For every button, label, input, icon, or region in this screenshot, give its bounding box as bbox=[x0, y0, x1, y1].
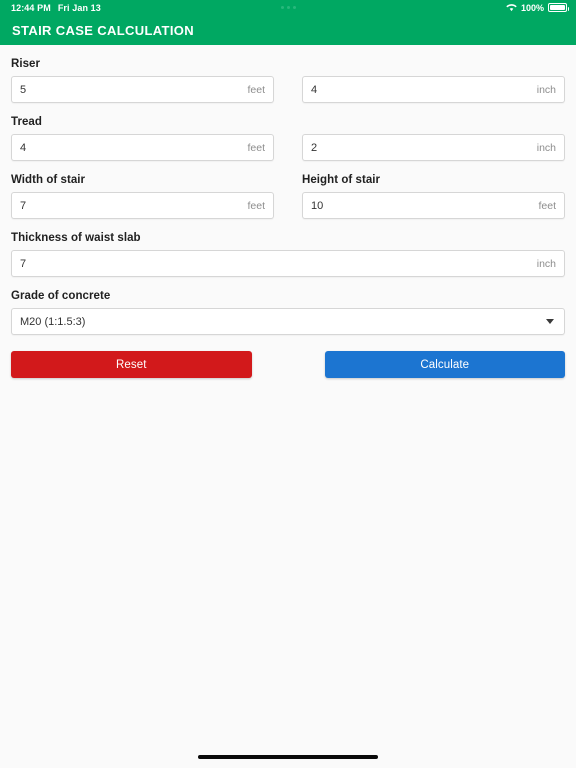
thickness-of-waist-slab-label: Thickness of waist slab bbox=[11, 232, 141, 244]
tread-label: Tread bbox=[11, 116, 42, 128]
width-of-stair-input[interactable]: 7 feet bbox=[11, 192, 274, 219]
wifi-icon bbox=[506, 3, 517, 12]
height-of-stair-group: Height of stair 10 feet bbox=[302, 161, 565, 219]
action-buttons: Reset Calculate bbox=[11, 351, 565, 378]
tread-feet-input[interactable]: 4 feet bbox=[11, 134, 274, 161]
riser-label: Riser bbox=[11, 58, 41, 70]
thickness-of-waist-slab-input[interactable]: 7 inch bbox=[11, 250, 565, 277]
riser-feet-input[interactable]: 5 feet bbox=[11, 76, 274, 103]
tread-inch-value: 2 bbox=[311, 141, 318, 154]
status-bar-left: 12:44 PM Fri Jan 13 bbox=[0, 3, 101, 13]
tread-inch-group: 2 inch bbox=[302, 103, 565, 161]
grade-of-concrete-group: Grade of concrete M20 (1:1.5:3) bbox=[11, 277, 565, 335]
field-row-tread: Tread 4 feet 2 inch bbox=[11, 103, 565, 161]
riser-inch-unit: inch bbox=[536, 83, 556, 96]
app-screen: 12:44 PM Fri Jan 13 100% STAIR CASE CALC… bbox=[0, 0, 576, 768]
thickness-of-waist-slab-unit: inch bbox=[536, 257, 556, 270]
reset-button[interactable]: Reset bbox=[11, 351, 252, 378]
status-bar: 12:44 PM Fri Jan 13 100% bbox=[0, 0, 576, 15]
tread-feet-value: 4 bbox=[20, 141, 27, 154]
status-bar-right: 100% bbox=[506, 3, 576, 13]
height-of-stair-label: Height of stair bbox=[302, 174, 381, 186]
height-of-stair-input[interactable]: 10 feet bbox=[302, 192, 565, 219]
tread-inch-input[interactable]: 2 inch bbox=[302, 134, 565, 161]
thickness-of-waist-slab-group: Thickness of waist slab 7 inch bbox=[11, 219, 565, 277]
width-of-stair-group: Width of stair 7 feet bbox=[11, 161, 274, 219]
thickness-of-waist-slab-value: 7 bbox=[20, 257, 27, 270]
height-of-stair-value: 10 bbox=[311, 199, 324, 212]
width-of-stair-label: Width of stair bbox=[11, 174, 86, 186]
riser-feet-value: 5 bbox=[20, 83, 27, 96]
grade-of-concrete-value: M20 (1:1.5:3) bbox=[20, 315, 86, 328]
chevron-down-icon bbox=[546, 319, 554, 324]
width-of-stair-value: 7 bbox=[20, 199, 27, 212]
status-date: Fri Jan 13 bbox=[57, 2, 101, 13]
riser-feet-unit: feet bbox=[247, 83, 265, 96]
riser-inch-value: 4 bbox=[311, 83, 318, 96]
form-content: Riser 5 feet 4 inch Tread 4 feet 2 inch … bbox=[0, 45, 576, 746]
height-of-stair-unit: feet bbox=[538, 199, 556, 212]
tread-feet-unit: feet bbox=[247, 141, 265, 154]
riser-inch-input[interactable]: 4 inch bbox=[302, 76, 565, 103]
app-bar: STAIR CASE CALCULATION bbox=[0, 15, 576, 45]
home-indicator[interactable] bbox=[198, 755, 378, 759]
battery-icon bbox=[548, 3, 569, 12]
calculate-button[interactable]: Calculate bbox=[324, 351, 565, 378]
field-row-riser: Riser 5 feet 4 inch bbox=[11, 45, 565, 103]
width-of-stair-unit: feet bbox=[247, 199, 265, 212]
riser-feet-group: Riser 5 feet bbox=[11, 45, 274, 103]
field-row-grade-of-concrete: Grade of concrete M20 (1:1.5:3) bbox=[11, 277, 565, 335]
status-time: 12:44 PM bbox=[11, 2, 51, 13]
field-row-stair-dimensions: Width of stair 7 feet Height of stair 10… bbox=[11, 161, 565, 219]
tread-inch-unit: inch bbox=[536, 141, 556, 154]
tread-feet-group: Tread 4 feet bbox=[11, 103, 274, 161]
home-indicator-area bbox=[0, 746, 576, 768]
riser-inch-group: 4 inch bbox=[302, 45, 565, 103]
battery-percent-label: 100% bbox=[520, 2, 544, 13]
field-row-waist-slab: Thickness of waist slab 7 inch bbox=[11, 219, 565, 277]
grade-of-concrete-select[interactable]: M20 (1:1.5:3) bbox=[11, 308, 565, 335]
grade-of-concrete-label: Grade of concrete bbox=[11, 290, 111, 302]
page-title: STAIR CASE CALCULATION bbox=[12, 22, 194, 38]
